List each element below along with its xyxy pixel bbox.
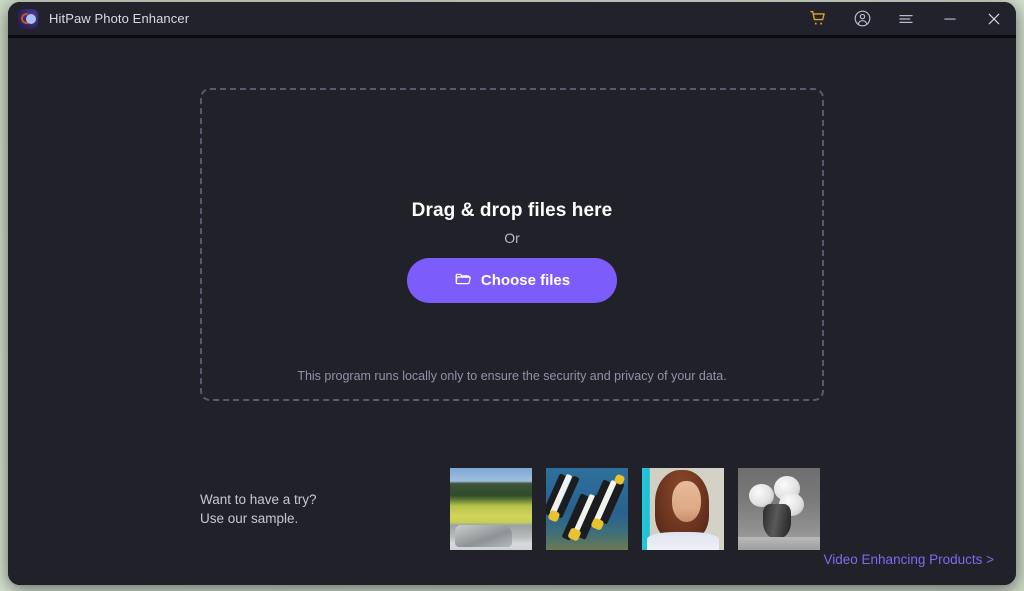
sample-thumbnail-fish[interactable]	[546, 468, 628, 550]
portrait-face-shape	[671, 481, 702, 523]
account-icon[interactable]	[840, 2, 884, 37]
roses-table-shape	[738, 536, 820, 550]
sample-prompt-line1: Want to have a try?	[200, 492, 317, 507]
sample-prompt-line2: Use our sample.	[200, 511, 299, 526]
folder-icon	[454, 270, 472, 292]
roses-vase-shape	[763, 504, 792, 539]
privacy-note: This program runs locally only to ensure…	[297, 369, 727, 383]
drop-zone-or-label: Or	[504, 230, 520, 246]
drop-zone-title: Drag & drop files here	[411, 200, 613, 221]
window-title: HitPaw Photo Enhancer	[49, 11, 190, 26]
close-icon[interactable]	[972, 2, 1016, 37]
cart-icon[interactable]	[796, 2, 840, 37]
application-window: HitPaw Photo Enhancer Drag & drop files …	[8, 2, 1016, 585]
title-bar: HitPaw Photo Enhancer	[8, 2, 1016, 38]
main-content-area: Drag & drop files here Or Choose files T…	[8, 38, 1016, 585]
portrait-shirt-shape	[646, 531, 720, 550]
sample-thumbnail-landscape[interactable]	[450, 468, 532, 550]
video-enhancing-products-link[interactable]: Video Enhancing Products >	[824, 552, 995, 567]
choose-files-label: Choose files	[480, 272, 571, 289]
hitpaw-logo-icon	[18, 8, 38, 29]
logo-dot-shape	[25, 13, 36, 24]
sample-prompt: Want to have a try? Use our sample.	[200, 490, 450, 528]
minimize-icon[interactable]	[928, 2, 972, 37]
sample-thumbnail-roses[interactable]	[738, 468, 820, 550]
menu-icon[interactable]	[884, 2, 928, 37]
sample-section: Want to have a try? Use our sample.	[200, 463, 824, 555]
sample-thumbnail-portrait[interactable]	[642, 468, 724, 550]
file-drop-zone[interactable]: Drag & drop files here Or Choose files T…	[200, 88, 824, 401]
choose-files-button[interactable]: Choose files	[407, 258, 617, 303]
window-controls	[796, 2, 1016, 35]
sample-thumbnail-list	[450, 468, 820, 550]
